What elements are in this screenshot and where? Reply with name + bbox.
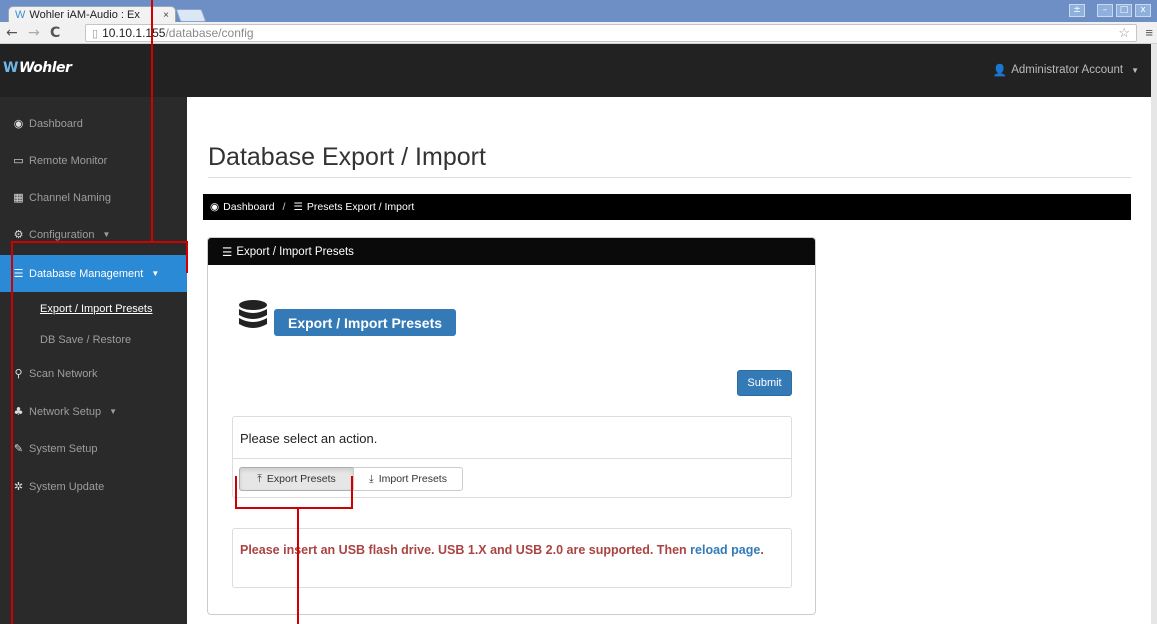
sidebar-item-label: Configuration <box>29 228 95 241</box>
back-button[interactable]: ← <box>6 24 18 42</box>
window-controls: ± – □ x <box>1069 4 1151 17</box>
sidebar-item-label: Dashboard <box>29 117 83 130</box>
url-path: /database/config <box>165 26 254 40</box>
caret-down-icon: ▼ <box>109 407 118 416</box>
monitor-icon: ▭ <box>13 154 24 167</box>
breadcrumb-separator: / <box>282 201 286 213</box>
sidebar-item-label: Scan Network <box>29 367 98 380</box>
tab-title: Wohler iAM-Audio : Ex <box>29 9 140 21</box>
sidebar-item-network-setup[interactable]: ♣ Network Setup ▼ <box>0 393 187 430</box>
account-menu[interactable]: 👤 Administrator Account ▼ <box>993 63 1139 77</box>
app: W Wohler 👤 Administrator Account ▼ ◉ Das… <box>0 44 1157 624</box>
sidebar-item-system-update[interactable]: ✲ System Update <box>0 468 187 505</box>
page-title: Database Export / Import <box>208 143 486 171</box>
breadcrumb-home[interactable]: Dashboard <box>223 201 274 213</box>
sidebar-item-label: Network Setup <box>29 405 102 418</box>
action-prompt: Please select an action. <box>240 431 378 446</box>
top-navbar: W Wohler 👤 Administrator Account ▼ <box>0 44 1157 97</box>
cogs-icon: ⚙ <box>13 228 24 241</box>
database-large-icon <box>239 300 267 328</box>
submit-button[interactable]: Submit <box>737 370 792 396</box>
account-label: Administrator Account <box>1011 64 1124 76</box>
annotation-line-top <box>151 0 153 241</box>
usb-warning: Please insert an USB flash drive. USB 1.… <box>232 528 792 588</box>
sidebar-item-remote-monitor[interactable]: ▭ Remote Monitor <box>0 142 187 179</box>
bookmark-star-icon[interactable]: ☆ <box>1118 25 1130 41</box>
wrench-icon: ✎ <box>13 442 24 455</box>
caret-down-icon: ▼ <box>1131 65 1139 75</box>
annotation-line-left <box>11 241 13 624</box>
table-icon: ▦ <box>13 191 24 204</box>
annotation-line-bottom <box>297 507 299 624</box>
caret-down-icon: ▼ <box>102 230 111 239</box>
window-minimize-button[interactable]: – <box>1097 4 1113 17</box>
sidebar-item-label: Channel Naming <box>29 191 111 204</box>
database-icon: ☰ <box>293 201 303 213</box>
address-bar[interactable]: ▯ 10.10.1.155 /database/config ☆ <box>85 24 1137 42</box>
sidebar-item-scan-network[interactable]: ⚲ Scan Network <box>0 355 187 392</box>
dashboard-icon: ◉ <box>210 201 220 213</box>
export-import-label: Export / Import Presets <box>274 309 457 336</box>
sidebar-item-label: System Setup <box>29 442 98 455</box>
page-icon: ▯ <box>92 27 99 40</box>
url-host: 10.10.1.155 <box>102 26 166 40</box>
breadcrumb-current: Presets Export / Import <box>306 201 415 213</box>
main-content: Database Export / Import ◉ Dashboard / ☰… <box>187 97 1151 624</box>
annotation-box-export <box>235 476 353 509</box>
new-tab-button[interactable] <box>175 9 207 22</box>
page-scrollbar[interactable] <box>1151 44 1157 624</box>
sidebar-subitem-export-import-presets[interactable]: Export / Import Presets <box>0 294 187 324</box>
wohler-logo[interactable]: W Wohler <box>3 60 72 76</box>
panel-heading: ☰ Export / Import Presets <box>208 238 815 265</box>
wohler-logo-icon: W <box>3 60 18 76</box>
sitemap-icon: ♣ <box>13 405 24 418</box>
logo-text: Wohler <box>18 60 72 76</box>
import-presets-label: Import Presets <box>378 473 447 485</box>
sidebar-item-label: Remote Monitor <box>29 154 108 167</box>
browser-menu-icon[interactable]: ≡ <box>1145 25 1153 40</box>
breadcrumb: ◉ Dashboard / ☰ Presets Export / Import <box>203 194 1131 220</box>
forward-button[interactable]: → <box>28 24 40 42</box>
reload-page-link[interactable]: reload page <box>690 543 760 557</box>
title-divider <box>208 177 1131 178</box>
window-restore-button[interactable]: ± <box>1069 4 1085 17</box>
annotation-box-sidebar <box>11 241 188 273</box>
sidebar-item-system-setup[interactable]: ✎ System Setup <box>0 430 187 467</box>
browser-toolbar: ← → C ▯ 10.10.1.155 /database/config ☆ ≡ <box>0 22 1157 44</box>
panel-heading-text: Export / Import Presets <box>236 245 354 258</box>
warning-text: Please insert an USB flash drive. USB 1.… <box>240 543 687 557</box>
user-icon: 👤 <box>992 65 1008 77</box>
database-icon: ☰ <box>222 246 233 259</box>
sidebar-subitem-db-save-restore[interactable]: DB Save / Restore <box>0 325 187 355</box>
warning-end: . <box>760 543 764 557</box>
window-close-button[interactable]: x <box>1135 4 1151 17</box>
download-icon: ⤓ <box>369 472 374 485</box>
wohler-favicon-icon: W <box>15 9 26 21</box>
browser-titlebar: W Wohler iAM-Audio : Ex × ± – □ x <box>0 0 1157 23</box>
sidebar-item-channel-naming[interactable]: ▦ Channel Naming <box>0 179 187 216</box>
sidebar-item-label: System Update <box>29 480 105 493</box>
sidebar: ◉ Dashboard ▭ Remote Monitor ▦ Channel N… <box>0 97 187 624</box>
gear-icon: ✲ <box>13 480 24 493</box>
action-divider <box>233 458 791 459</box>
dashboard-icon: ◉ <box>13 117 24 130</box>
window-maximize-button[interactable]: □ <box>1116 4 1132 17</box>
import-presets-button[interactable]: ⤓ Import Presets <box>353 467 463 491</box>
sidebar-item-dashboard[interactable]: ◉ Dashboard <box>0 105 187 142</box>
tab-close-icon[interactable]: × <box>163 10 169 21</box>
reload-button[interactable]: C <box>50 24 60 42</box>
search-icon: ⚲ <box>14 367 23 380</box>
